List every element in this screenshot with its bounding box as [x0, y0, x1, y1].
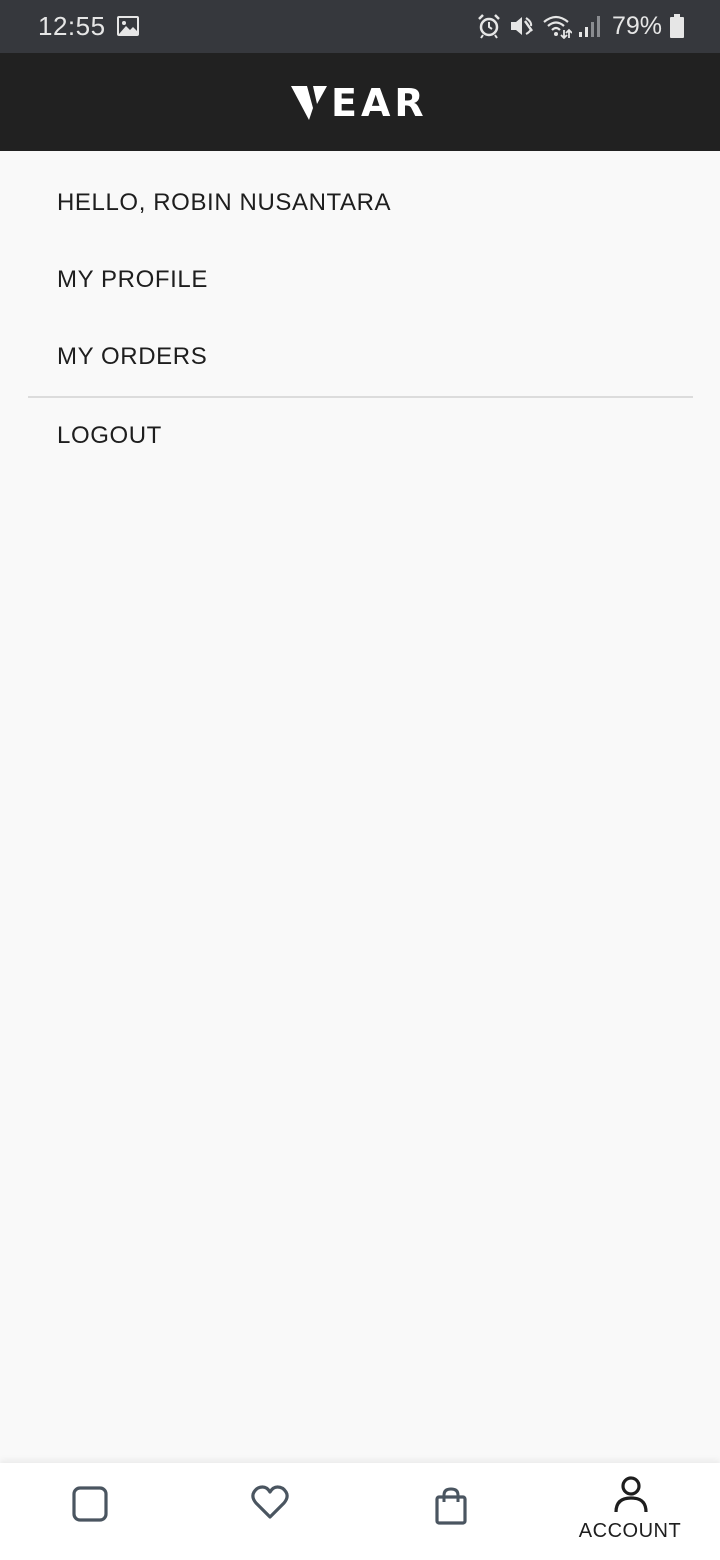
greeting-text: HELLO, ROBIN NUSANTARA: [57, 189, 392, 216]
logo-text: EAR: [331, 81, 428, 125]
square-home-icon: [72, 1486, 108, 1522]
menu-item-my-profile[interactable]: MY PROFILE: [57, 265, 208, 295]
app-header: EAR: [0, 53, 720, 151]
status-bar: 12:55 79%: [0, 0, 720, 53]
nav-item-home[interactable]: [0, 1463, 180, 1560]
battery-icon: [670, 14, 684, 38]
nav-item-bag[interactable]: [360, 1463, 540, 1560]
alarm-icon: [476, 13, 502, 39]
nav-item-wishlist[interactable]: [180, 1463, 360, 1560]
person-icon: [614, 1476, 648, 1513]
battery-percent: 79%: [611, 12, 662, 40]
logout-button[interactable]: LOGOUT: [57, 421, 162, 451]
bottom-nav: ACCOUNT: [0, 1463, 720, 1560]
shopping-bag-icon: [435, 1487, 467, 1525]
wifi-icon: [542, 13, 572, 39]
nav-item-account[interactable]: ACCOUNT: [540, 1463, 720, 1560]
status-icons: 79%: [476, 9, 684, 43]
heart-icon: [251, 1485, 289, 1519]
signal-icon: [578, 14, 600, 38]
image-icon: [116, 14, 140, 38]
mute-icon: [508, 13, 534, 39]
menu-divider: [28, 396, 693, 398]
menu-item-my-orders[interactable]: MY ORDERS: [57, 342, 207, 372]
status-time: 12:55: [38, 11, 106, 41]
nav-label-account: ACCOUNT: [578, 1520, 682, 1542]
logo-v-mark: [291, 86, 327, 120]
brand-logo[interactable]: EAR: [291, 81, 428, 125]
